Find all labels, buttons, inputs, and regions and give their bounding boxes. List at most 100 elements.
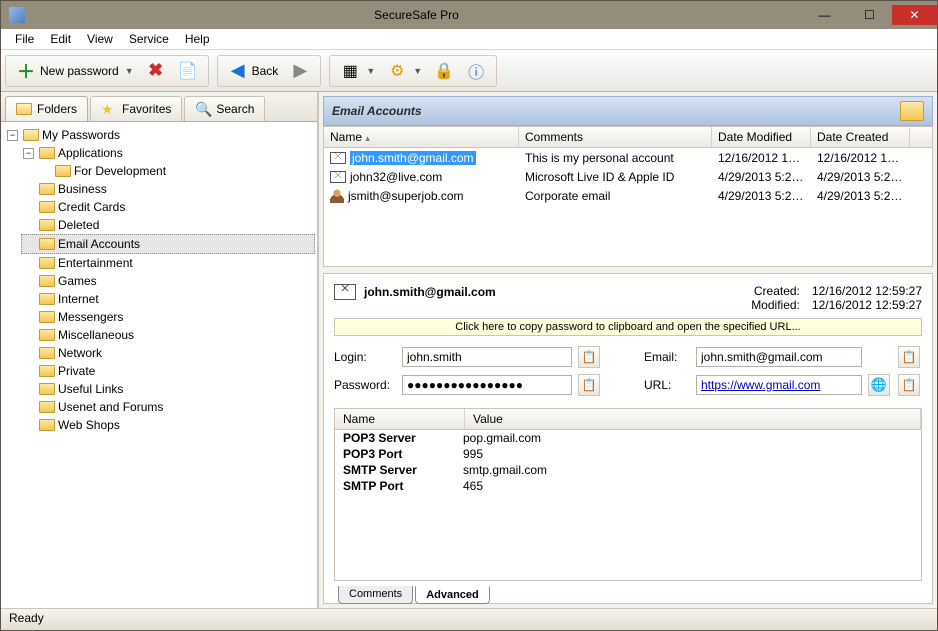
- search-icon: 🔍: [195, 101, 211, 117]
- menu-service[interactable]: Service: [121, 30, 177, 48]
- list-row[interactable]: john32@live.comMicrosoft Live ID & Apple…: [324, 167, 932, 186]
- login-field[interactable]: [402, 347, 572, 367]
- tree-root-label: My Passwords: [42, 126, 120, 144]
- menu-help[interactable]: Help: [177, 30, 218, 48]
- tab-favorites[interactable]: ★Favorites: [90, 96, 182, 121]
- url-field[interactable]: https://www.gmail.com: [696, 375, 862, 395]
- col-comments[interactable]: Comments: [519, 127, 712, 147]
- tree-item[interactable]: Messengers: [21, 308, 315, 326]
- view-mode-button[interactable]: ▦▼: [336, 59, 379, 83]
- tab-search-label: Search: [216, 102, 254, 116]
- tab-comments[interactable]: Comments: [338, 586, 413, 604]
- dropdown-icon[interactable]: ▼: [366, 66, 375, 76]
- col-modified[interactable]: Date Modified: [712, 127, 811, 147]
- plus-icon: ＋: [16, 61, 36, 81]
- dropdown-icon[interactable]: ▼: [125, 66, 134, 76]
- folder-icon[interactable]: [900, 101, 924, 121]
- tree-item[interactable]: Network: [21, 344, 315, 362]
- tree-item[interactable]: Entertainment: [21, 254, 315, 272]
- arrow-left-icon: ◀: [228, 61, 248, 81]
- tree-item-label: Private: [58, 362, 95, 380]
- tree-item-label: Messengers: [58, 308, 123, 326]
- folder-icon: [39, 257, 55, 269]
- minimize-button[interactable]: —: [802, 5, 847, 25]
- tree-item[interactable]: Useful Links: [21, 380, 315, 398]
- menu-view[interactable]: View: [79, 30, 121, 48]
- copy-password-button[interactable]: 📋: [578, 374, 600, 396]
- tree-item[interactable]: Usenet and Forums: [21, 398, 315, 416]
- url-link[interactable]: https://www.gmail.com: [701, 378, 820, 392]
- back-button[interactable]: ◀Back: [224, 59, 283, 83]
- collapse-icon[interactable]: −: [23, 148, 34, 159]
- tree-item[interactable]: Games: [21, 272, 315, 290]
- settings-button[interactable]: ⚙▼: [383, 59, 426, 83]
- tree-item[interactable]: Miscellaneous: [21, 326, 315, 344]
- tree-item-label: For Development: [74, 162, 166, 180]
- tree-item[interactable]: Web Shops: [21, 416, 315, 434]
- maximize-button[interactable]: ☐: [847, 5, 892, 25]
- detail-pane: john.smith@gmail.com Created:12/16/2012 …: [323, 273, 933, 604]
- copy-hint[interactable]: Click here to copy password to clipboard…: [334, 318, 922, 336]
- tree-item[interactable]: Credit Cards: [21, 198, 315, 216]
- folder-icon: [39, 383, 55, 395]
- dropdown-icon[interactable]: ▼: [413, 66, 422, 76]
- folder-icon: [39, 311, 55, 323]
- menu-edit[interactable]: Edit: [42, 30, 79, 48]
- detail-title-text: john.smith@gmail.com: [364, 285, 496, 299]
- row-name: jsmith@superjob.com: [348, 189, 464, 203]
- tree-item[interactable]: Private: [21, 362, 315, 380]
- col-created[interactable]: Date Created: [811, 127, 910, 147]
- tree-item[interactable]: Business: [21, 180, 315, 198]
- open-url-button[interactable]: 🌐: [868, 374, 890, 396]
- app-icon: [9, 7, 25, 23]
- tree-item[interactable]: Deleted: [21, 216, 315, 234]
- tree-item[interactable]: For Development: [37, 162, 315, 180]
- info-icon: ⓘ: [466, 61, 486, 81]
- copy-url-button[interactable]: 📋: [898, 374, 920, 396]
- col-name[interactable]: Name ▴: [324, 127, 519, 147]
- property-row[interactable]: POP3 Serverpop.gmail.com: [335, 430, 921, 446]
- row-modified: 12/16/2012 12:...: [712, 150, 811, 166]
- list-row[interactable]: jsmith@superjob.comCorporate email4/29/2…: [324, 186, 932, 205]
- info-button[interactable]: ⓘ: [462, 59, 490, 83]
- tree-item-label: Applications: [58, 144, 123, 162]
- copy-login-button[interactable]: 📋: [578, 346, 600, 368]
- password-field[interactable]: [402, 375, 572, 395]
- toolbar: ＋ New password ▼ ✖ 📄 ◀Back ▶ ▦▼ ⚙▼ 🔒 ⓘ: [1, 50, 937, 92]
- tree-item[interactable]: Email Accounts: [21, 234, 315, 254]
- lock-button[interactable]: 🔒: [430, 59, 458, 83]
- modified-label: Modified:: [740, 298, 800, 312]
- tree-root[interactable]: − My Passwords: [5, 126, 315, 144]
- email-field[interactable]: [696, 347, 862, 367]
- prop-col-name[interactable]: Name: [335, 409, 465, 429]
- copy-email-button[interactable]: 📋: [898, 346, 920, 368]
- delete-button[interactable]: ✖: [142, 59, 170, 83]
- folder-icon: [39, 419, 55, 431]
- tab-folders[interactable]: Folders: [5, 96, 88, 121]
- new-password-button[interactable]: ＋ New password ▼: [12, 59, 138, 83]
- row-comments: Corporate email: [519, 188, 712, 204]
- row-comments: This is my personal account: [519, 150, 712, 166]
- tree-item-label: Network: [58, 344, 102, 362]
- property-row[interactable]: POP3 Port995: [335, 446, 921, 462]
- forward-button[interactable]: ▶: [286, 59, 314, 83]
- sort-asc-icon: ▴: [365, 133, 370, 143]
- copy-icon: 📋: [902, 378, 917, 392]
- list-row[interactable]: john.smith@gmail.comThis is my personal …: [324, 148, 932, 167]
- folder-tree[interactable]: −My Passwords −ApplicationsFor Developme…: [1, 122, 317, 608]
- export-button[interactable]: 📄: [174, 59, 202, 83]
- row-comments: Microsoft Live ID & Apple ID: [519, 169, 712, 185]
- titlebar[interactable]: SecureSafe Pro — ☐ ✕: [1, 1, 937, 29]
- property-value: 465: [463, 479, 483, 493]
- folder-icon: [39, 401, 55, 413]
- close-button[interactable]: ✕: [892, 5, 937, 25]
- menu-file[interactable]: File: [7, 30, 42, 48]
- tab-search[interactable]: 🔍 Search: [184, 96, 265, 121]
- property-row[interactable]: SMTP Serversmtp.gmail.com: [335, 462, 921, 478]
- tree-item[interactable]: Internet: [21, 290, 315, 308]
- tree-item[interactable]: − Applications: [21, 144, 315, 162]
- collapse-icon[interactable]: −: [7, 130, 18, 141]
- property-row[interactable]: SMTP Port465: [335, 478, 921, 494]
- prop-col-value[interactable]: Value: [465, 409, 921, 429]
- tab-advanced[interactable]: Advanced: [415, 586, 490, 604]
